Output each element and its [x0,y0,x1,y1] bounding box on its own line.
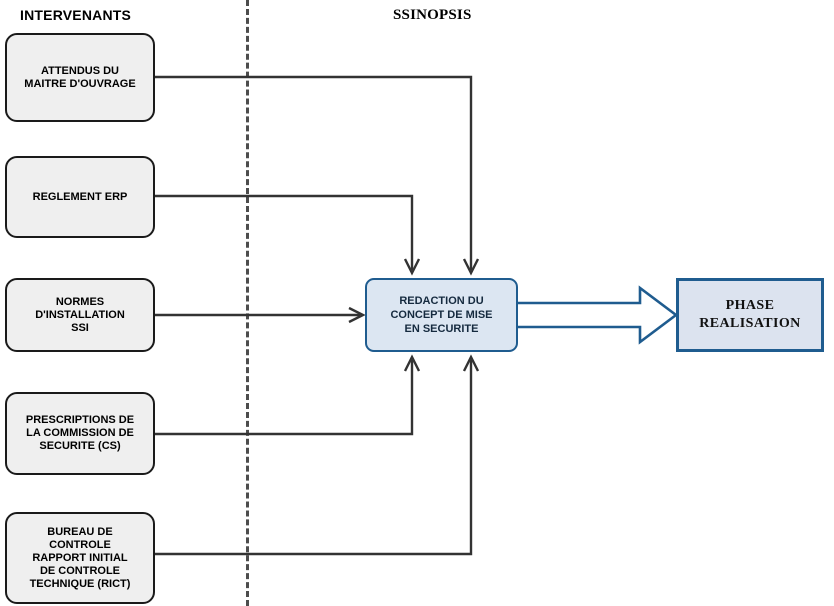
input-box-attendus-maitre-ouvrage[interactable]: ATTENDUS DU MAITRE D'OUVRAGE [5,33,155,122]
connector-attendus-to-redaction [155,75,480,276]
connector-bureau-to-redaction [155,354,480,556]
column-heading-intervenants: INTERVENANTS [20,7,132,23]
output-box-phase-realisation[interactable]: PHASE REALISATION [676,278,824,352]
input-box-prescriptions-commission-securite[interactable]: PRESCRIPTIONS DE LA COMMISSION DE SECURITE… [5,392,155,475]
connector-reglement-to-redaction [155,194,421,276]
column-divider [246,0,249,606]
input-box-bureau-controle-rict[interactable]: BUREAU DE CONTROLE RAPPORT INITIAL DE CONTR… [5,512,155,604]
diagram-canvas: INTERVENANTS SSINOPSIS ATTENDUS DU MAITR… [0,0,834,606]
input-box-reglement-erp[interactable]: REGLEMENT ERP [5,156,155,238]
connector-normes-to-redaction [155,306,366,324]
input-box-normes-installation-ssi[interactable]: NORMES D'INSTALLATION SSI [5,278,155,352]
process-box-redaction-concept-mise-en-securite[interactable]: REDACTION DU CONCEPT DE MISE EN SECURITE [365,278,518,352]
connector-prescriptions-to-redaction [155,354,421,436]
column-heading-ssinopsis: SSINOPSIS [393,7,472,23]
connector-redaction-to-phase-realisation [514,285,679,345]
